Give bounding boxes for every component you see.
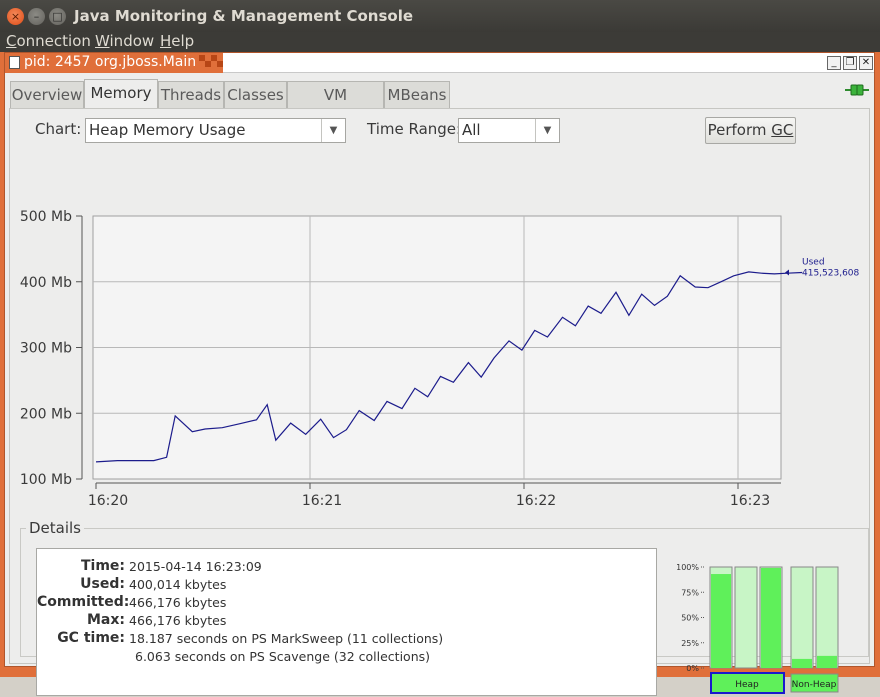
chart-select[interactable]: Heap Memory Usage ▼ [85, 118, 346, 143]
details-value: 466,176 kbytes [129, 613, 227, 628]
pool-y-tick-label: 100% [676, 563, 699, 572]
pool-y-tick-label: 50% [681, 614, 699, 623]
menu-help[interactable]: Help [160, 32, 194, 50]
tab-mbeans[interactable]: MBeans [384, 81, 450, 108]
details-value: 400,014 kbytes [129, 577, 227, 592]
pool-y-tick-label: 0% [686, 664, 699, 673]
heap-pool-bar-fill [711, 574, 731, 668]
heap-pool-bar-track[interactable] [734, 566, 758, 669]
time-range-select-value: All [462, 121, 481, 139]
frame-close-button[interactable]: ✕ [859, 56, 873, 70]
internal-frame: pid: 2457 org.jboss.Main _ ❐ ✕ Overview … [4, 52, 875, 696]
tab-threads[interactable]: Threads [158, 81, 224, 108]
heap-pool-bar-fill [761, 568, 781, 668]
tab-vm-summary[interactable]: VM Summary [287, 81, 384, 130]
time-range-label: Time Range: [367, 120, 462, 138]
document-icon [9, 56, 20, 69]
tab-overview[interactable]: Overview [10, 81, 84, 108]
details-value: 6.063 seconds on PS Scavenge (32 collect… [135, 649, 431, 664]
y-tick-label: 300 Mb [20, 341, 72, 357]
y-tick-label: 400 Mb [20, 275, 72, 291]
x-tick-label: 16:22 [516, 493, 556, 509]
memory-panel: Chart: Heap Memory Usage ▼ Time Range: A… [9, 108, 870, 696]
menu-connection[interactable]: Connection [6, 32, 91, 50]
x-tick-label: 16:21 [302, 493, 342, 509]
window-title-bar: × – □ Java Monitoring & Management Conso… [0, 0, 880, 32]
x-tick-label: 16:23 [730, 493, 770, 509]
nonheap-pool-bar-fill [817, 655, 837, 668]
x-tick-label: 16:20 [88, 493, 128, 509]
heap-memory-chart: 500 Mb 400 Mb 300 Mb 200 Mb 100 Mb 16:20 16:21… [20, 209, 860, 509]
nonheap-pool-bar-fill [792, 658, 812, 668]
grip-icon [205, 61, 211, 67]
y-tick-label: 500 Mb [20, 209, 72, 225]
window-title: Java Monitoring & Management Console [74, 7, 414, 25]
heap-label: Heap [735, 680, 759, 690]
chevron-down-icon: ▼ [535, 119, 559, 142]
perform-gc-mnemonic: GC [771, 121, 794, 139]
document-title-tab[interactable]: pid: 2457 org.jboss.Main [5, 53, 223, 73]
nonheap-pool-bar-track[interactable] [790, 566, 814, 669]
details-value: 2015-04-14 16:23:09 [129, 559, 262, 574]
nonheap-pool-bar-track[interactable] [815, 566, 839, 669]
details-key: Used: [80, 576, 125, 592]
document-title-bar: pid: 2457 org.jboss.Main _ ❐ ✕ [5, 53, 874, 73]
details-box: Time: 2015-04-14 16:23:09 Used: 400,014 kby… [36, 548, 657, 696]
chart-label: Chart: [35, 120, 82, 138]
frame-minimize-button[interactable]: _ [827, 56, 841, 70]
chart-select-value: Heap Memory Usage [89, 121, 246, 139]
details-key: GC time: [57, 630, 125, 646]
nonheap-label: Non-Heap [792, 680, 837, 690]
y-tick-label: 200 Mb [20, 406, 72, 422]
pool-y-tick-label: 25% [681, 639, 699, 648]
menu-connection-rest: onnection [16, 32, 91, 50]
current-value-marker [785, 269, 789, 276]
grip-icon [217, 61, 223, 67]
perform-gc-button[interactable]: Perform GC [705, 117, 796, 144]
tab-classes[interactable]: Classes [224, 81, 287, 108]
details-value: 466,176 kbytes [129, 595, 227, 610]
connection-status-icon[interactable] [845, 83, 869, 97]
menu-window-rest: indow [109, 32, 155, 50]
details-key: Max: [86, 612, 125, 628]
minimize-window-button[interactable]: – [28, 8, 45, 25]
menu-window[interactable]: Window [95, 32, 154, 50]
menu-bar: Connection Window Help [0, 32, 880, 52]
memory-pools-chart: 100% 75% 50% 25% 0% Heap Non-Heap [676, 563, 839, 694]
close-window-button[interactable]: × [7, 8, 24, 25]
maximize-window-button[interactable]: □ [49, 8, 66, 25]
document-title: pid: 2457 org.jboss.Main [24, 54, 197, 70]
details-title: Details [26, 519, 85, 537]
series-current-value: 415,523,608 [802, 269, 860, 279]
details-key: Committed: [37, 594, 130, 610]
frame-restore-button[interactable]: ❐ [843, 56, 857, 70]
series-name-label: Used [802, 258, 825, 268]
menu-help-rest: elp [171, 32, 195, 50]
details-value: 18.187 seconds on PS MarkSweep (11 colle… [129, 631, 444, 646]
time-range-select[interactable]: All ▼ [458, 118, 560, 143]
y-tick-label: 100 Mb [20, 472, 72, 488]
chevron-down-icon: ▼ [321, 119, 345, 142]
pool-y-tick-label: 75% [681, 588, 699, 597]
details-key: Time: [80, 558, 125, 574]
tab-memory[interactable]: Memory [84, 79, 158, 109]
